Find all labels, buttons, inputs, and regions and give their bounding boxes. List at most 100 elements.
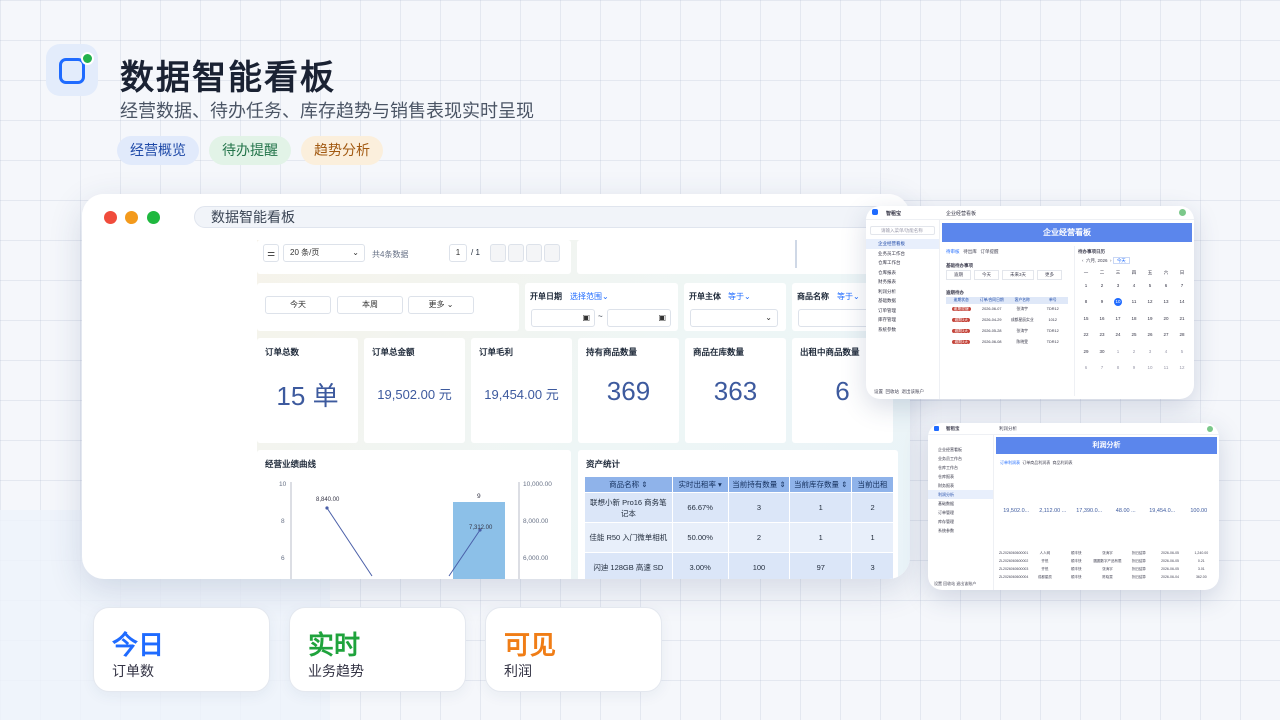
table-row[interactable]: 逾期3天 2026-05-28 张涛宇 TDR12 [946, 326, 1068, 337]
address-bar[interactable]: 数据智能看板 [194, 206, 894, 228]
sidebar-item[interactable]: 订单管理 [928, 508, 993, 517]
calendar-day[interactable]: 5 [1142, 278, 1158, 294]
prev-page-button[interactable] [508, 244, 524, 262]
sidebar-item[interactable]: 业务员工作台 [928, 454, 993, 463]
calendar-day[interactable]: 8 [1110, 360, 1126, 376]
page-input[interactable]: 1 [449, 244, 467, 262]
calendar-day[interactable]: 29 [1078, 344, 1094, 360]
sidebar-item[interactable]: 财务报表 [928, 481, 993, 490]
calendar-day[interactable]: 10 [1142, 360, 1158, 376]
table-row[interactable]: 逾期3天 2026-06-08 陈晓雯 TDR12 [946, 337, 1068, 348]
table-row[interactable]: ZL2026060600003 齐悦 顺丰快 张涛宇 折旧结算 2026-06-05 3.0… [998, 565, 1217, 573]
calendar-day[interactable]: 2 [1126, 344, 1142, 360]
table-row[interactable]: 联想小新 Pro16 商务笔记本 66.67% 3 1 2 [584, 492, 894, 523]
calendar-day[interactable]: 24 [1110, 327, 1126, 343]
next3days-button[interactable]: 未来3天 [1002, 270, 1035, 280]
calendar-day[interactable]: 21 [1174, 311, 1190, 327]
logout-link[interactable]: 退出该账户 [956, 581, 976, 586]
subject-select[interactable]: ⌄ [690, 309, 778, 327]
col-header[interactable]: 实时出租率 ▾ [671, 476, 729, 493]
calendar-day[interactable]: 13 [1158, 294, 1174, 310]
calendar-day[interactable]: 11 [1158, 360, 1174, 376]
close-window-icon[interactable] [104, 211, 117, 224]
table-row[interactable]: 闪迪 128GB 高速 SD 3.00% 100 97 3 [584, 552, 894, 579]
filter-op-select[interactable]: 选择范围⌄ [570, 291, 609, 302]
table-row[interactable]: ZL2026060600004 成都星辰 顺丰快 陈晓雯 折旧结算 2026-06-04 3… [998, 573, 1217, 581]
calendar-day[interactable]: 6 [1078, 360, 1094, 376]
logout-link[interactable]: 退出该账户 [902, 389, 925, 394]
col-header[interactable]: 逾期状态 [946, 297, 977, 304]
calendar-day[interactable]: 10 [1110, 294, 1126, 310]
calendar-day[interactable]: 5 [1174, 344, 1190, 360]
calendar-day[interactable]: 7 [1174, 278, 1190, 294]
sidebar-item[interactable]: 订单管理 [866, 306, 939, 316]
calendar-day[interactable]: 4 [1158, 344, 1174, 360]
sidebar-item[interactable]: 仓库工作台 [866, 258, 939, 268]
table-row[interactable]: 逾期提醒 2026-06-07 张涛宇 TDR12 [946, 304, 1068, 315]
tag-trends[interactable]: 趋势分析 [301, 136, 383, 165]
more-button[interactable]: 更多 ⌄ [408, 296, 474, 314]
sidebar-item[interactable]: 企业经营看板 [866, 239, 939, 249]
sidebar-item[interactable]: 系统参数 [928, 526, 993, 535]
start-date-input[interactable]: ▣ [531, 309, 595, 327]
more-button[interactable]: 更多 [1037, 270, 1063, 280]
today-button[interactable]: 今天 [265, 296, 331, 314]
sidebar-item[interactable]: 仓库报表 [866, 268, 939, 278]
col-header[interactable]: 当前持有数量 ⇕ [727, 476, 791, 493]
tab-pending-out[interactable]: 待出库 [963, 249, 977, 254]
table-row[interactable]: ZL2026060600001 人人网 顺丰快 张涛宇 折旧结算 2026-06-05 1,… [998, 549, 1217, 557]
last-page-button[interactable] [544, 244, 560, 262]
calendar-day[interactable]: 18 [1126, 311, 1142, 327]
col-header[interactable]: 客户名称 [1007, 297, 1038, 304]
calendar-day[interactable]: 3 [1142, 344, 1158, 360]
calendar-day[interactable]: 9 [1126, 360, 1142, 376]
overdue-button[interactable]: 逾期 [946, 270, 971, 280]
calendar-day[interactable]: 22 [1078, 327, 1094, 343]
recycle-link[interactable]: 回收站 [943, 581, 955, 586]
col-header[interactable]: 单号 [1038, 297, 1069, 304]
table-row[interactable]: ZL2026060600002 齐悦 顺丰快 圆圆数字产品有限 折旧结算 2026-06-… [998, 557, 1217, 565]
calendar-day[interactable]: 25 [1126, 327, 1142, 343]
page-size-select[interactable]: 20 条/页 ⌄ [283, 244, 365, 262]
calendar-day[interactable]: 23 [1094, 327, 1110, 343]
calendar-day[interactable]: 20 [1158, 311, 1174, 327]
calendar-day[interactable]: 7 [1094, 360, 1110, 376]
sidebar-item[interactable]: 基础数据 [928, 499, 993, 508]
col-header[interactable]: 当前库存数量 ⇕ [789, 476, 853, 493]
sidebar-item[interactable]: 基础数据 [866, 296, 939, 306]
next-month-icon[interactable]: › [1110, 258, 1112, 263]
minimize-window-icon[interactable] [125, 211, 138, 224]
calendar-day[interactable]: 12 [1142, 294, 1158, 310]
maximize-window-icon[interactable] [147, 211, 160, 224]
tab-order-profit[interactable]: 订单利润表 [1000, 460, 1020, 465]
calendar-day[interactable]: 17 [1110, 311, 1126, 327]
sidebar-item[interactable]: 库存管理 [866, 315, 939, 325]
filter-op-select[interactable]: 等于⌄ [728, 291, 751, 302]
sidebar-item[interactable]: 利润分析 [928, 490, 993, 499]
sidebar-item[interactable]: 仓库工作台 [928, 463, 993, 472]
sidebar-item[interactable]: 库存管理 [928, 517, 993, 526]
calendar-day[interactable]: 27 [1158, 327, 1174, 343]
table-row[interactable]: 佳能 R50 入门微单相机 50.00% 2 1 1 [584, 522, 894, 553]
tag-overview[interactable]: 经营概览 [117, 136, 199, 165]
end-date-input[interactable]: ▣ [607, 309, 671, 327]
tab-order-reminder[interactable]: 订单提醒 [981, 249, 999, 254]
calendar-day[interactable]: 14 [1174, 294, 1190, 310]
table-row[interactable]: 逾期3天 2026-04-29 成都星辰实业 1012 [946, 315, 1068, 326]
calendar-day[interactable]: 1 [1110, 344, 1126, 360]
settings-link[interactable]: 设置 [934, 581, 942, 586]
calendar-day[interactable]: 1 [1078, 278, 1094, 294]
recycle-link[interactable]: 回收站 [886, 389, 900, 394]
calendar-day[interactable]: 26 [1142, 327, 1158, 343]
sidebar-item[interactable]: 业务员工作台 [866, 249, 939, 259]
today-button[interactable]: 今天 [1112, 257, 1130, 264]
sidebar-item[interactable]: 财务报表 [866, 277, 939, 287]
calendar-day[interactable]: 15 [1078, 311, 1094, 327]
sidebar-item[interactable]: 仓库报表 [928, 472, 993, 481]
calendar-day[interactable]: 4 [1126, 278, 1142, 294]
calendar-day[interactable]: 11 [1126, 294, 1142, 310]
calendar-day[interactable]: 9 [1094, 294, 1110, 310]
column-settings-icon[interactable]: ⚌ [263, 244, 279, 262]
menu-search-input[interactable]: 请输入菜单/功能名称 [870, 226, 935, 235]
tab-order-item-profit[interactable]: 订单商品利润表 [1022, 460, 1050, 465]
